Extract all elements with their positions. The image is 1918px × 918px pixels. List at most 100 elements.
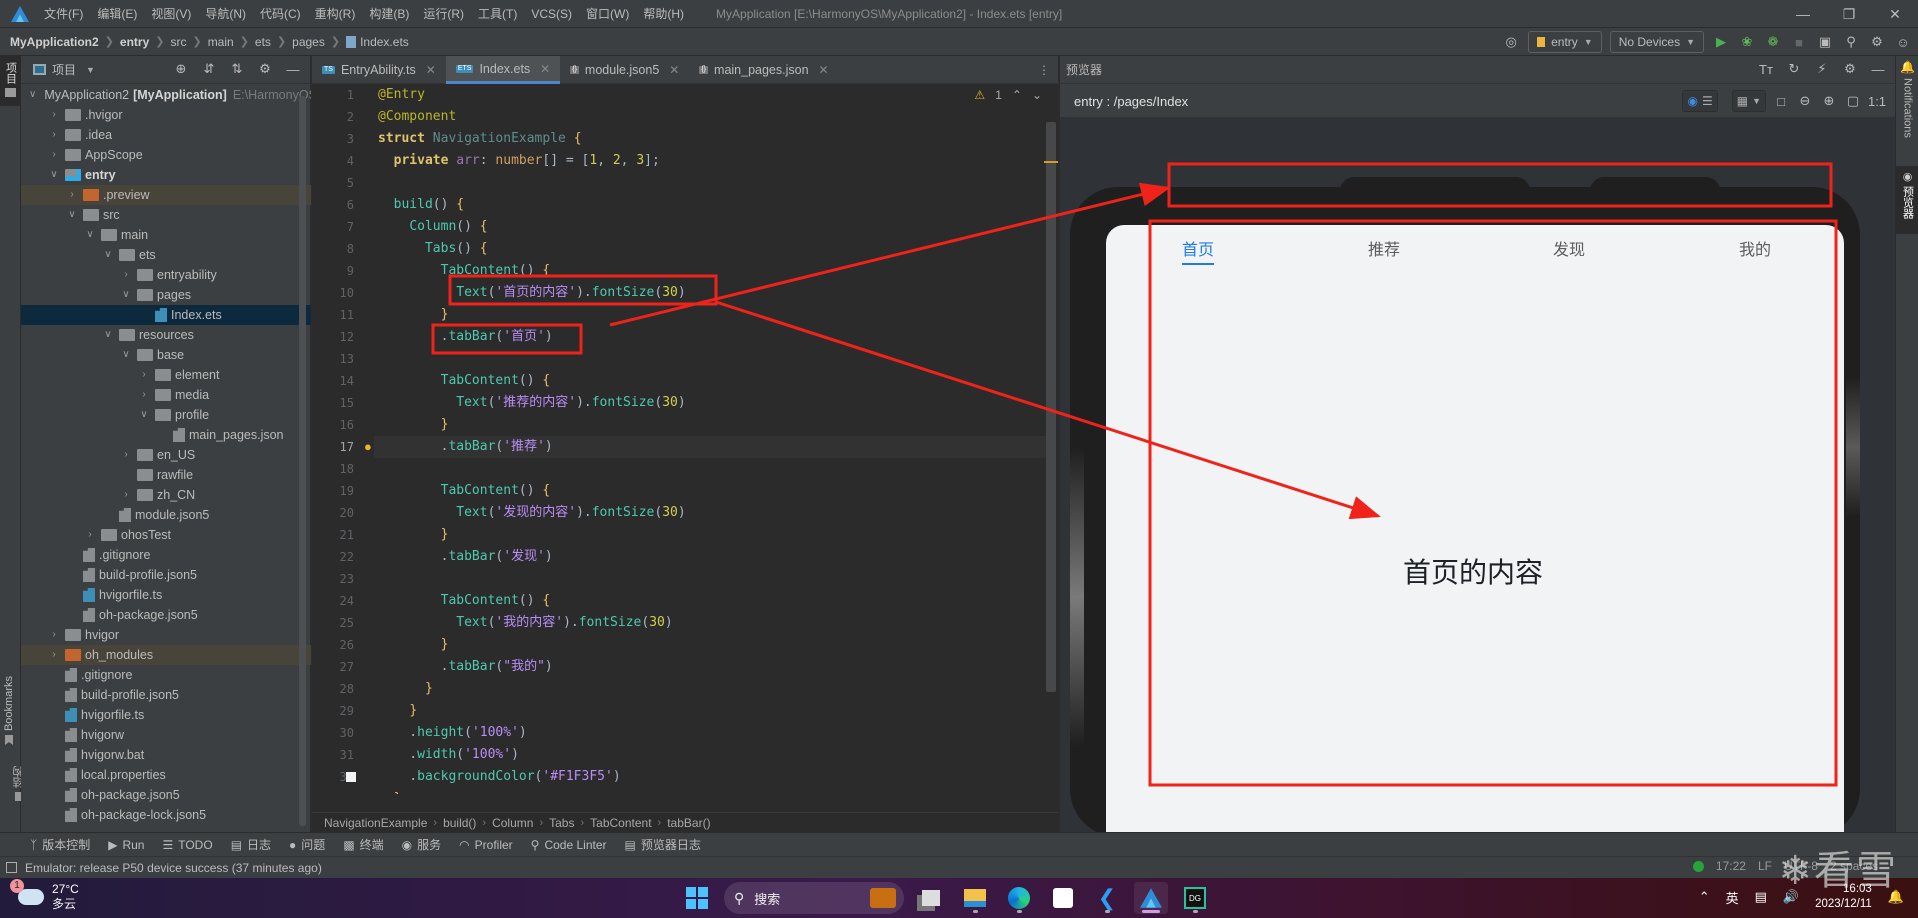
file-explorer-app[interactable]: [958, 882, 992, 914]
menu-file[interactable]: 文件(F): [44, 5, 83, 22]
collapse-all-icon[interactable]: ⇅: [228, 60, 246, 78]
chevron-down-icon[interactable]: ∨: [101, 325, 115, 345]
warning-marker[interactable]: [1044, 161, 1058, 163]
font-size-icon[interactable]: Tᴛ: [1757, 60, 1775, 78]
stop-icon[interactable]: ■: [1790, 33, 1808, 51]
fit-screen-icon[interactable]: ▢: [1844, 92, 1862, 110]
breadcrumb-main[interactable]: main: [208, 35, 234, 49]
edge-app[interactable]: [1002, 882, 1036, 914]
code-line[interactable]: }: [378, 634, 449, 656]
menu-help[interactable]: 帮助(H): [643, 5, 684, 22]
code-line[interactable]: TabContent() {: [378, 370, 551, 392]
app-tab-mine[interactable]: 我的: [1739, 239, 1771, 265]
tree-item[interactable]: ∨ pages: [21, 285, 311, 305]
chevron-down-icon[interactable]: ∨: [47, 165, 61, 185]
tree-item[interactable]: › element: [21, 365, 311, 385]
code-line[interactable]: .tabBar('发现'): [378, 546, 553, 568]
code-line[interactable]: build() {: [378, 194, 464, 216]
indent-setting[interactable]: 2 spaces: [1830, 859, 1878, 873]
clock[interactable]: 16:03 2023/12/11: [1815, 882, 1872, 912]
module-selector[interactable]: entry ▼: [1528, 31, 1602, 53]
version-control-tool[interactable]: ᛉ 版本控制: [30, 836, 90, 853]
code-breadcrumb-item[interactable]: Column: [492, 816, 533, 830]
settings-gear-icon[interactable]: ⚙: [1868, 33, 1886, 51]
problems-tool[interactable]: ● 问题: [289, 836, 325, 853]
tree-item[interactable]: .gitignore: [21, 665, 311, 685]
chevron-down-icon[interactable]: ∨: [137, 405, 151, 425]
locate-icon[interactable]: ◎: [1502, 33, 1520, 51]
code-line[interactable]: Tabs() {: [378, 238, 488, 260]
tree-item[interactable]: hvigorfile.ts: [21, 705, 311, 725]
todo-tool[interactable]: ☰ TODO: [162, 838, 212, 852]
project-tool-button[interactable]: 项目: [0, 56, 21, 106]
tree-item[interactable]: ∨ resources: [21, 325, 311, 345]
tree-item[interactable]: hvigorw.bat: [21, 745, 311, 765]
weather-widget[interactable]: 1 27°C 多云: [10, 879, 79, 912]
chevron-right-icon[interactable]: ›: [47, 145, 61, 165]
line-separator[interactable]: LF: [1758, 859, 1772, 873]
code-breadcrumb-item[interactable]: build(): [443, 816, 476, 830]
close-tab-icon[interactable]: ✕: [426, 63, 436, 77]
chevron-right-icon[interactable]: ›: [65, 185, 79, 205]
code-line[interactable]: Column() {: [378, 216, 487, 238]
tree-item[interactable]: main_pages.json: [21, 425, 311, 445]
tab-module-json5[interactable]: {} module.json5 ✕: [560, 56, 689, 84]
previewer-log-tool[interactable]: ▤ 预览器日志: [625, 836, 701, 853]
menu-window[interactable]: 窗口(W): [586, 5, 629, 22]
chevron-down-icon[interactable]: ∨: [83, 225, 97, 245]
rotate-icon[interactable]: □: [1772, 92, 1790, 110]
tab-main-pages-json[interactable]: {} main_pages.json ✕: [689, 56, 838, 84]
tree-item[interactable]: rawfile: [21, 465, 311, 485]
debug-icon[interactable]: ❀: [1738, 33, 1756, 51]
inspection-widget[interactable]: ⚠ 1 ⌃ ⌄: [974, 88, 1042, 102]
breadcrumb-project[interactable]: MyApplication2: [10, 35, 99, 49]
previewer-tool-button[interactable]: ◉ 预览器: [1896, 166, 1918, 234]
minimize-button[interactable]: —: [1780, 0, 1826, 28]
close-tab-icon[interactable]: ✕: [669, 63, 679, 77]
input-method-indicator[interactable]: 英: [1726, 888, 1739, 907]
services-tool[interactable]: ◉ 服务: [402, 836, 442, 853]
notifications-tool-button[interactable]: 🔔 Notifications: [1900, 60, 1915, 138]
terminal-tool[interactable]: ▩ 终端: [343, 836, 383, 853]
chevron-down-icon[interactable]: ∨: [29, 85, 36, 105]
breadcrumb-ets[interactable]: ets: [255, 35, 271, 49]
tree-item[interactable]: › zh_CN: [21, 485, 311, 505]
close-window-button[interactable]: ✕: [1872, 0, 1918, 28]
tree-item[interactable]: ∨ entry: [21, 165, 311, 185]
code-line[interactable]: Text('我的内容').fontSize(30): [378, 612, 672, 634]
color-swatch-icon[interactable]: [346, 772, 356, 782]
app-tab-recommend[interactable]: 推荐: [1368, 239, 1400, 265]
code-line[interactable]: .height('100%'): [378, 722, 526, 744]
bookmarks-tool-button[interactable]: Bookmarks: [3, 676, 15, 746]
menu-refactor[interactable]: 重构(R): [315, 5, 356, 22]
close-tab-icon[interactable]: ✕: [819, 63, 829, 77]
menu-tools[interactable]: 工具(T): [478, 5, 517, 22]
lightbulb-icon[interactable]: ●: [364, 439, 372, 454]
tree-scrollbar[interactable]: [299, 96, 306, 826]
chevron-right-icon[interactable]: ›: [119, 445, 133, 465]
code-breadcrumb-item[interactable]: TabContent: [590, 816, 651, 830]
breadcrumb-file[interactable]: Index.ets: [360, 35, 409, 49]
tree-item[interactable]: ∨ MyApplication2 [MyApplication] E:\Harmony…: [21, 85, 311, 105]
tree-item[interactable]: › media: [21, 385, 311, 405]
chevron-right-icon[interactable]: ›: [47, 645, 61, 665]
vscode-app[interactable]: ❮: [1090, 882, 1124, 914]
attach-debugger-icon[interactable]: ❁: [1764, 33, 1782, 51]
refresh-icon[interactable]: ↻: [1785, 60, 1803, 78]
tree-item[interactable]: local.properties: [21, 765, 311, 785]
zoom-out-icon[interactable]: ⊖: [1796, 92, 1814, 110]
task-view-button[interactable]: [914, 882, 948, 914]
select-opened-file-icon[interactable]: ⊕: [172, 60, 190, 78]
tab-index-ets[interactable]: ETS Index.ets ✕: [445, 56, 561, 84]
code-line[interactable]: }: [378, 678, 433, 700]
ms-store-app[interactable]: [1046, 882, 1080, 914]
chevron-right-icon[interactable]: ›: [47, 105, 61, 125]
chevron-right-icon[interactable]: ›: [119, 485, 133, 505]
tab-entryability-ts[interactable]: TS EntryAbility.ts ✕: [312, 56, 446, 84]
tree-item[interactable]: › entryability: [21, 265, 311, 285]
breadcrumb-src[interactable]: src: [170, 35, 186, 49]
code-line[interactable]: private arr: number[] = [1, 2, 3];: [378, 150, 660, 172]
menu-code[interactable]: 代码(C): [260, 5, 301, 22]
code-line[interactable]: }: [378, 414, 449, 436]
tree-item[interactable]: › en_US: [21, 445, 311, 465]
